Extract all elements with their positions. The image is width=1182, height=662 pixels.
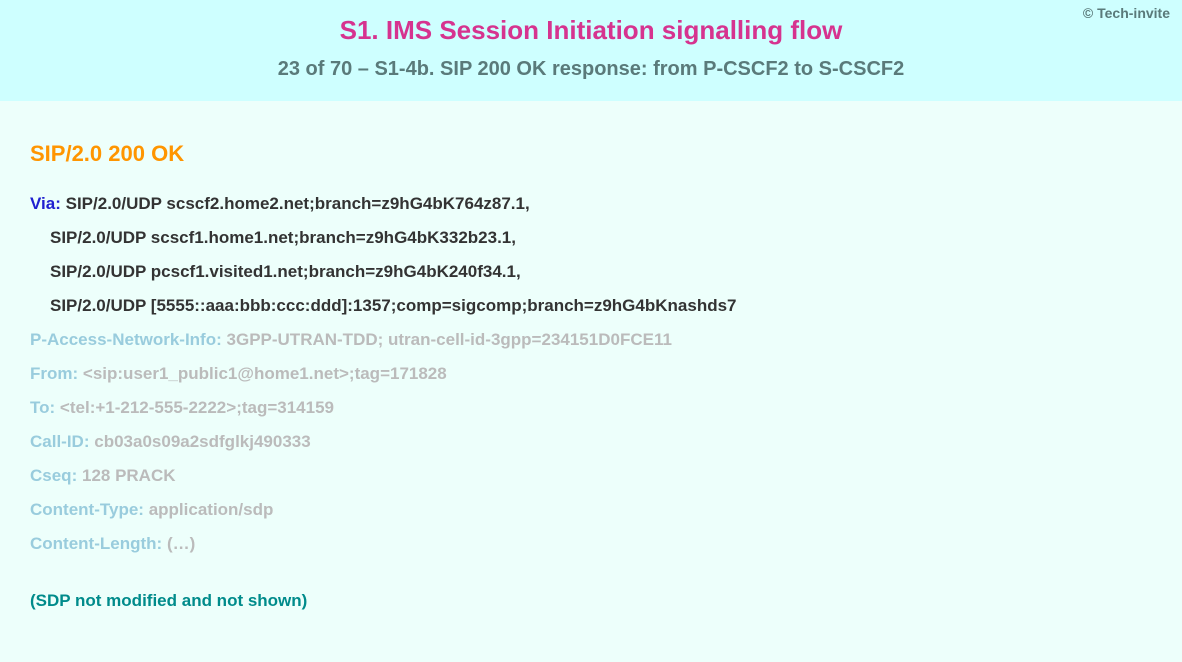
via-continuation-3: SIP/2.0/UDP pcscf1.visited1.net;branch=z… <box>30 255 1152 289</box>
sip-status-line: SIP/2.0 200 OK <box>30 141 1152 167</box>
content-type-header-name: Content-Type: <box>30 500 144 519</box>
to-header-name: To: <box>30 398 55 417</box>
from-header-value: <sip:user1_public1@home1.net>;tag=171828 <box>83 364 447 383</box>
copyright-notice: © Tech-invite <box>1083 5 1170 21</box>
to-header-value: <tel:+1-212-555-2222>;tag=314159 <box>60 398 334 417</box>
content-type-header-line: Content-Type: application/sdp <box>30 493 1152 527</box>
cseq-header-name: Cseq: <box>30 466 77 485</box>
callid-header-value: cb03a0s09a2sdfglkj490333 <box>94 432 310 451</box>
via-header-value-1: SIP/2.0/UDP scscf2.home2.net;branch=z9hG… <box>66 194 530 213</box>
via-header-line: Via: SIP/2.0/UDP scscf2.home2.net;branch… <box>30 187 1152 221</box>
content-length-header-value: (…) <box>167 534 195 553</box>
to-header-line: To: <tel:+1-212-555-2222>;tag=314159 <box>30 391 1152 425</box>
pani-header-name: P-Access-Network-Info: <box>30 330 222 349</box>
content-length-header-line: Content-Length: (…) <box>30 527 1152 561</box>
page-header: © Tech-invite S1. IMS Session Initiation… <box>0 0 1182 101</box>
callid-header-line: Call-ID: cb03a0s09a2sdfglkj490333 <box>30 425 1152 459</box>
page-subtitle: 23 of 70 – S1-4b. SIP 200 OK response: f… <box>20 58 1162 81</box>
callid-header-name: Call-ID: <box>30 432 90 451</box>
via-continuation-4: SIP/2.0/UDP [5555::aaa:bbb:ccc:ddd]:1357… <box>30 289 1152 323</box>
from-header-line: From: <sip:user1_public1@home1.net>;tag=… <box>30 357 1152 391</box>
page-title: S1. IMS Session Initiation signalling fl… <box>20 15 1162 46</box>
content-type-header-value: application/sdp <box>149 500 274 519</box>
cseq-header-line: Cseq: 128 PRACK <box>30 459 1152 493</box>
sip-message-content: SIP/2.0 200 OK Via: SIP/2.0/UDP scscf2.h… <box>0 101 1182 641</box>
via-header-name: Via: <box>30 194 61 213</box>
sdp-note: (SDP not modified and not shown) <box>30 591 1152 611</box>
pani-header-value: 3GPP-UTRAN-TDD; utran-cell-id-3gpp=23415… <box>227 330 672 349</box>
content-length-header-name: Content-Length: <box>30 534 162 553</box>
pani-header-line: P-Access-Network-Info: 3GPP-UTRAN-TDD; u… <box>30 323 1152 357</box>
via-continuation-2: SIP/2.0/UDP scscf1.home1.net;branch=z9hG… <box>30 221 1152 255</box>
from-header-name: From: <box>30 364 78 383</box>
cseq-header-value: 128 PRACK <box>82 466 176 485</box>
